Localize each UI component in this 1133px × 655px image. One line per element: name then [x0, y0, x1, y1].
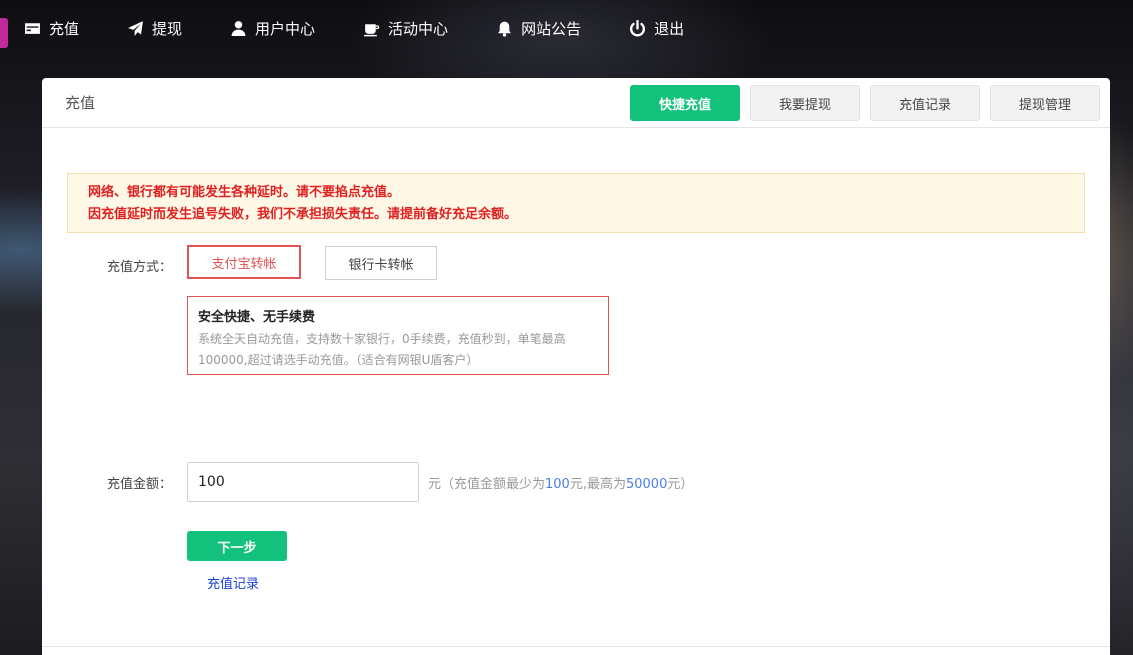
tab-withdraw-management[interactable]: 提现管理 [990, 85, 1100, 121]
amount-label: 充值金额： [107, 477, 173, 492]
max-amount: 50000 [625, 477, 668, 492]
hint-mid: 元,最高为 [569, 477, 626, 492]
nav-item-activity-center[interactable]: 活动中心 [363, 18, 448, 39]
nav-item-withdraw[interactable]: 提现 [127, 18, 182, 39]
nav-item-announcement[interactable]: 网站公告 [496, 18, 581, 39]
next-step-button[interactable]: 下一步 [187, 531, 287, 561]
recharge-panel: 充值 快捷充值 我要提现 充值记录 提现管理 网络、银行都有可能发生各种延时。请… [42, 78, 1110, 655]
nav-item-user-center[interactable]: 用户中心 [230, 18, 315, 39]
nav-item-logout[interactable]: 退出 [629, 18, 684, 39]
alipay-transfer-option[interactable]: 支付宝转帐 [187, 245, 301, 279]
method-info-box: 安全快捷、无手续费 系统全天自动充值，支持数十家银行，0手续费，充值秒到，单笔最… [187, 296, 609, 375]
nav-label: 用户中心 [255, 19, 316, 38]
min-amount: 100 [545, 477, 570, 492]
bell-icon [498, 21, 511, 37]
notice-line-2: 因充值延时而发生追号失败，我们不承担损失责任。请提前备好充足余额。 [88, 207, 518, 222]
amount-input[interactable] [187, 462, 419, 502]
card-icon [25, 22, 40, 34]
divider [42, 646, 1110, 647]
send-icon [128, 20, 143, 36]
notice-line-1: 网络、银行都有可能发生各种延时。请不要掐点充值。 [88, 185, 401, 200]
cup-icon [364, 23, 380, 36]
nav-label: 提现 [152, 19, 183, 38]
hint-prefix: 元（充值金额最少为 [428, 477, 546, 492]
nav-label: 退出 [654, 19, 685, 38]
method-label: 充值方式： [107, 260, 173, 275]
tab-recharge-records[interactable]: 充值记录 [870, 85, 980, 121]
info-title: 安全快捷、无手续费 [198, 310, 316, 325]
recharge-record-link[interactable]: 充值记录 [207, 573, 259, 592]
panel-title: 充值 [65, 94, 96, 112]
amount-hint: 元（充值金额最少为100元,最高为50000元） [428, 473, 693, 492]
nav-item-recharge[interactable]: 充值 [24, 18, 79, 39]
info-description: 系统全天自动充值，支持数十家银行，0手续费，充值秒到，单笔最高100000,超过… [198, 332, 566, 367]
bank-transfer-option[interactable]: 银行卡转帐 [325, 246, 437, 280]
panel-header: 充值 快捷充值 我要提现 充值记录 提现管理 [42, 78, 1110, 128]
warning-notice: 网络、银行都有可能发生各种延时。请不要掐点充值。 因充值延时而发生追号失败，我们… [67, 173, 1085, 233]
user-icon [231, 20, 246, 36]
hint-suffix: 元） [667, 477, 694, 492]
nav-label: 充值 [49, 19, 80, 38]
nav-label: 网站公告 [521, 19, 582, 38]
tab-withdraw[interactable]: 我要提现 [750, 85, 860, 121]
panel-tabs: 快捷充值 我要提现 充值记录 提现管理 [630, 85, 1100, 121]
top-nav: 充值 提现 用户中心 活动中心 网站公告 退出 [0, 0, 1133, 56]
tab-quick-recharge[interactable]: 快捷充值 [630, 85, 740, 121]
nav-label: 活动中心 [388, 19, 449, 38]
power-icon [630, 19, 646, 36]
